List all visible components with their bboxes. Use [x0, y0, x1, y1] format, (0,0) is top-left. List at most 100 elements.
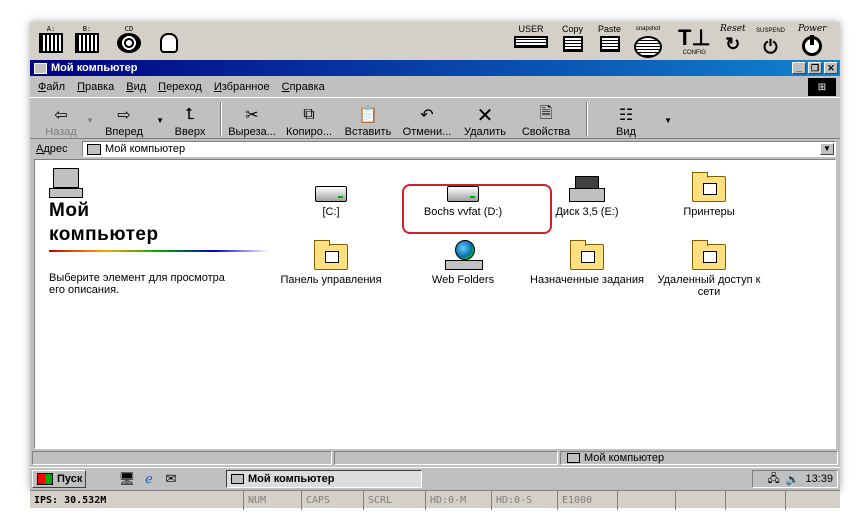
status-slot-empty [726, 490, 786, 510]
cut-button[interactable]: ✂ Выреза... [226, 100, 278, 138]
forward-button[interactable]: ⇨ Вперед ▼ [96, 100, 164, 138]
item-control-panel[interactable]: Панель управления [271, 240, 391, 286]
power-button[interactable]: Power [798, 24, 826, 56]
address-input[interactable]: Мой компьютер ▼ [82, 141, 836, 157]
snapshot-button[interactable]: snapshot [634, 24, 662, 58]
back-dropdown-icon[interactable]: ▼ [86, 116, 94, 125]
menu-favorites[interactable]: Избранное [214, 81, 270, 93]
view-label: Вид [616, 126, 636, 138]
address-dropdown-icon[interactable]: ▼ [820, 143, 834, 155]
camera-icon [634, 36, 662, 58]
item-dialup-networking[interactable]: Удаленный доступ к сети [649, 240, 769, 298]
my-computer-icon [567, 453, 580, 463]
copy-doc-icon: ⧉ [303, 106, 315, 123]
window-titlebar[interactable]: Мой компьютер _ ❐ ✕ [30, 60, 840, 76]
suspend-caption: SUSPEND [756, 28, 786, 34]
view-details-icon: ☷ [618, 107, 634, 124]
properties-label: Свойства [521, 126, 571, 138]
control-panel-icon [314, 240, 348, 270]
menu-view[interactable]: Вид [126, 81, 146, 93]
suspend-button[interactable]: SUSPEND ⏻ [756, 24, 785, 58]
item-printers[interactable]: Принтеры [649, 172, 769, 218]
taskbar-my-computer[interactable]: Мой компьютер [226, 470, 422, 488]
panel-title-line1: Мой [49, 200, 90, 221]
scheduled-tasks-icon [570, 240, 604, 270]
item-web-folders[interactable]: Web Folders [403, 240, 523, 286]
item-label: Удаленный доступ к сети [657, 274, 761, 298]
copy-toolbar-button[interactable]: ⧉ Копиро... [282, 100, 336, 138]
status-location: Мой компьютер [584, 452, 665, 464]
start-label: Пуск [57, 473, 83, 485]
my-computer-large-icon [49, 168, 85, 198]
maximize-button[interactable]: ❐ [808, 62, 822, 74]
windows-logo-icon: ⊞ [808, 78, 836, 96]
user-button[interactable]: USER [514, 24, 548, 48]
menu-go[interactable]: Переход [158, 81, 202, 93]
delete-button[interactable]: ✕ Удалить [458, 100, 512, 139]
menu-file[interactable]: Файл [38, 81, 65, 93]
close-button[interactable]: ✕ [824, 62, 838, 74]
delete-x-icon: ✕ [476, 104, 494, 127]
status-pane-middle [334, 451, 558, 465]
floppy-b-icon [75, 33, 99, 53]
start-button[interactable]: Пуск [32, 470, 86, 488]
floppy-a-button[interactable]: A: [36, 25, 66, 57]
power-icon [802, 35, 823, 56]
up-label: Вверх [174, 126, 206, 138]
webview-panel: Мой компьютер Выберите элемент для просм… [49, 168, 279, 296]
copy-button[interactable]: Copy [562, 24, 583, 52]
taskbar: Пуск 🖥 ℯ ✉ Мой компьютер 🖧 🔈 13:39 [30, 467, 840, 490]
reset-button[interactable]: Reset ↻ [720, 24, 746, 54]
panel-title-line2: компьютер [49, 224, 159, 245]
undo-button[interactable]: ↶ Отмени... [400, 100, 454, 138]
show-desktop-icon[interactable]: 🖥 [118, 471, 136, 487]
forward-dropdown-icon[interactable]: ▼ [156, 116, 164, 125]
floppy-a-caption: A: [46, 25, 56, 33]
status-pane-location: Мой компьютер [560, 451, 838, 465]
status-pane-left [32, 451, 332, 465]
view-dropdown-icon[interactable]: ▼ [664, 116, 672, 125]
item-drive-c[interactable]: [C:] [271, 176, 391, 218]
reset-icon: ↻ [725, 34, 741, 54]
status-slot-empty [618, 490, 676, 510]
toolbar-separator [586, 102, 588, 136]
menu-edit[interactable]: Правка [77, 81, 114, 93]
address-label: Адрес [36, 143, 68, 155]
num-lock-indicator: NUM [244, 490, 302, 510]
view-button[interactable]: ☷ Вид ▼ [606, 100, 672, 138]
network-tray-icon[interactable]: 🖧 [768, 470, 780, 489]
mouse-button[interactable] [154, 25, 184, 57]
menu-bar: Файл Правка Вид Переход Избранное Справк… [30, 77, 840, 96]
hd0-slave-indicator: HD:0-S [492, 490, 558, 510]
user-caption: USER [518, 24, 544, 34]
back-label: Назад [45, 126, 77, 138]
properties-button[interactable]: 🗎 Свойства [516, 100, 576, 139]
config-button[interactable]: T⊥ CONFIG [678, 27, 711, 58]
copy-label: Копиро... [285, 126, 333, 138]
paste-icon [599, 36, 620, 52]
scissors-icon: ✂ [245, 107, 259, 124]
properties-icon: 🗎 [539, 104, 553, 122]
item-scheduled-tasks[interactable]: Назначенные задания [527, 240, 647, 286]
clock[interactable]: 13:39 [805, 473, 833, 485]
hard-drive-icon [315, 186, 347, 202]
paste-toolbar-button[interactable]: 📋 Вставить [340, 100, 396, 138]
volume-tray-icon[interactable]: 🔈 [786, 473, 800, 486]
item-label: Панель управления [280, 274, 382, 286]
bochs-window: A: B: CD USER Copy Paste snapshot T⊥ CON… [30, 22, 840, 490]
paste-button[interactable]: Paste [598, 24, 621, 52]
back-button[interactable]: ⇦ Назад ▼ [40, 100, 94, 138]
up-button[interactable]: ⮤ Вверх [168, 100, 212, 138]
status-bar: Мой компьютер [30, 450, 840, 466]
internet-explorer-icon[interactable]: ℯ [140, 471, 158, 487]
cut-label: Выреза... [228, 126, 276, 138]
reset-caption: Reset [720, 24, 746, 34]
minimize-button[interactable]: _ [792, 62, 806, 74]
floppy-b-button[interactable]: B: [72, 25, 102, 57]
cdrom-button[interactable]: CD [114, 25, 144, 57]
printers-folder-icon [692, 172, 726, 202]
config-caption: CONFIG [682, 50, 706, 56]
menu-help[interactable]: Справка [282, 81, 325, 93]
outlook-express-icon[interactable]: ✉ [162, 471, 180, 487]
undo-label: Отмени... [402, 126, 452, 138]
